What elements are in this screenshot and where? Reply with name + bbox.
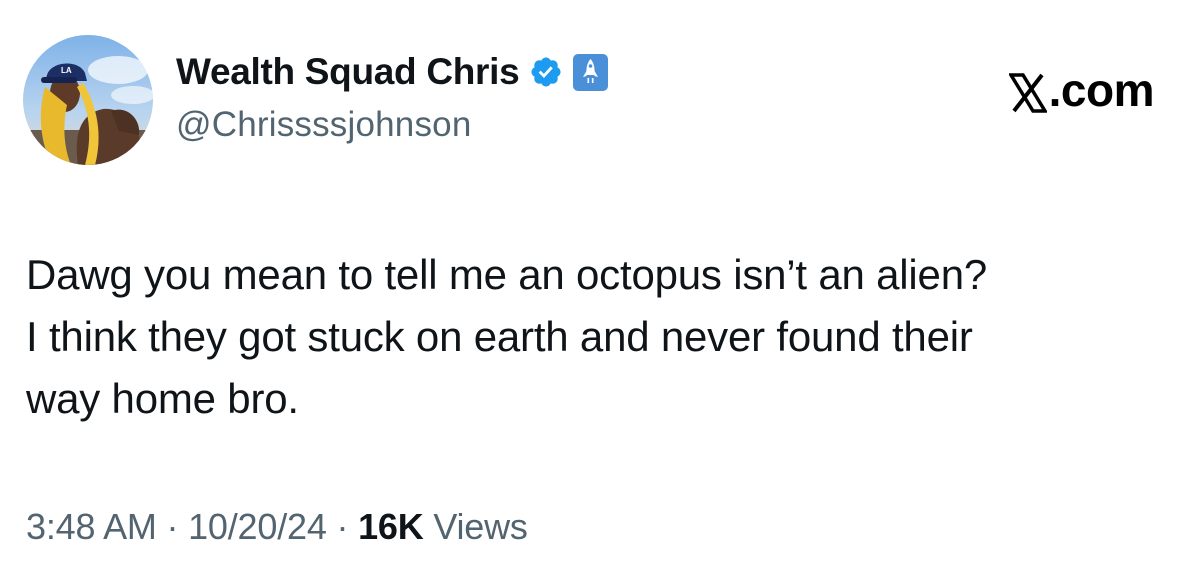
views-count[interactable]: 16K: [358, 506, 424, 547]
avatar-image: LA: [23, 35, 153, 165]
tweet-text: Dawg you mean to tell me an octopus isn’…: [26, 244, 1176, 430]
author-name-row: Wealth Squad Chris: [176, 50, 609, 94]
brand-watermark: .com: [1007, 63, 1155, 117]
tweet-line: way home bro.: [26, 375, 299, 422]
verified-badge-icon: [529, 55, 563, 89]
meta-separator: ·: [336, 506, 349, 547]
brand-domain: .com: [1048, 64, 1155, 116]
tweet-meta: 3:48 AM · 10/20/24 · 16K Views: [26, 506, 528, 548]
tweet-line: I think they got stuck on earth and neve…: [26, 313, 973, 360]
tweet-card: LA Wealth Squad Chris @Chrissssjohnson .…: [0, 0, 1200, 568]
tweet-time[interactable]: 3:48 AM: [26, 506, 157, 547]
tweet-date[interactable]: 10/20/24: [188, 506, 327, 547]
display-name[interactable]: Wealth Squad Chris: [176, 51, 520, 93]
svg-text:LA: LA: [61, 66, 72, 75]
tweet-line: Dawg you mean to tell me an octopus isn’…: [26, 251, 988, 298]
avatar[interactable]: LA: [23, 35, 153, 165]
author-handle[interactable]: @Chrissssjohnson: [176, 105, 472, 145]
views-label: Views: [433, 506, 528, 547]
meta-separator: ·: [166, 506, 179, 547]
rocket-badge-icon[interactable]: [573, 53, 609, 91]
x-logo-icon: [1007, 70, 1048, 113]
